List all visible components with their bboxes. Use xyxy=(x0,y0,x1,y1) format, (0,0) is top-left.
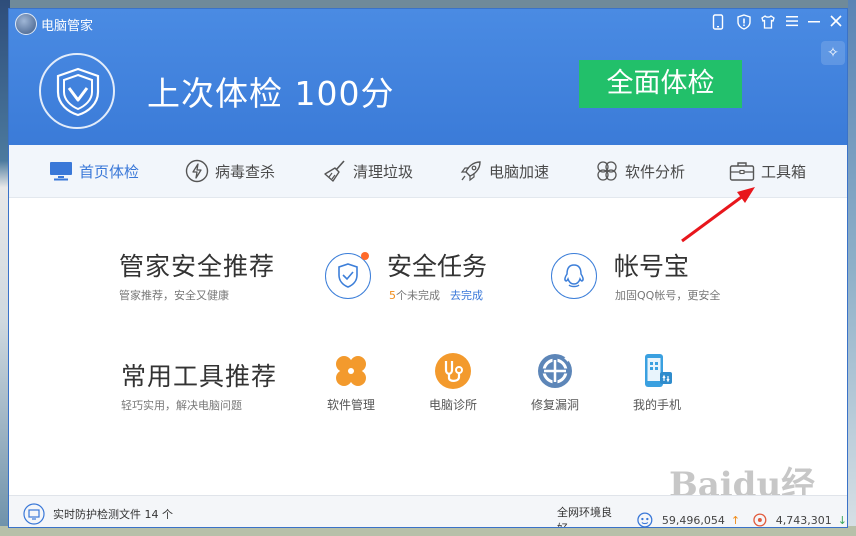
up-arrow-icon: ↑ xyxy=(730,513,741,527)
cloud-users-icon xyxy=(637,512,653,527)
desktop-background-right xyxy=(848,0,856,536)
monitor-small-icon xyxy=(23,503,45,525)
down-arrow-icon: ↓ xyxy=(837,513,847,527)
network-status: 全网环境良好 59,496,054 ↑ 4,743,301 ↓ xyxy=(557,504,847,527)
protection-text: 实时防护检测文件 14 个 xyxy=(53,508,173,521)
annotation-arrow xyxy=(681,187,755,243)
blocked-count: 4,743,301 xyxy=(775,513,832,527)
online-count: 59,496,054 xyxy=(661,513,725,527)
network-text: 全网环境良好 xyxy=(557,506,612,527)
status-bar: 实时防护检测文件 14 个 全网环境良好 59,496,054 ↑ 4,743,… xyxy=(9,495,847,527)
virus-icon xyxy=(753,513,767,527)
app-window: 电脑管家 上次体检 100分 全面体检 ✧ 首页体检 病毒查杀 清理垃圾 电脑加… xyxy=(8,8,848,528)
protection-status[interactable]: 实时防护检测文件 14 个 xyxy=(23,503,173,525)
